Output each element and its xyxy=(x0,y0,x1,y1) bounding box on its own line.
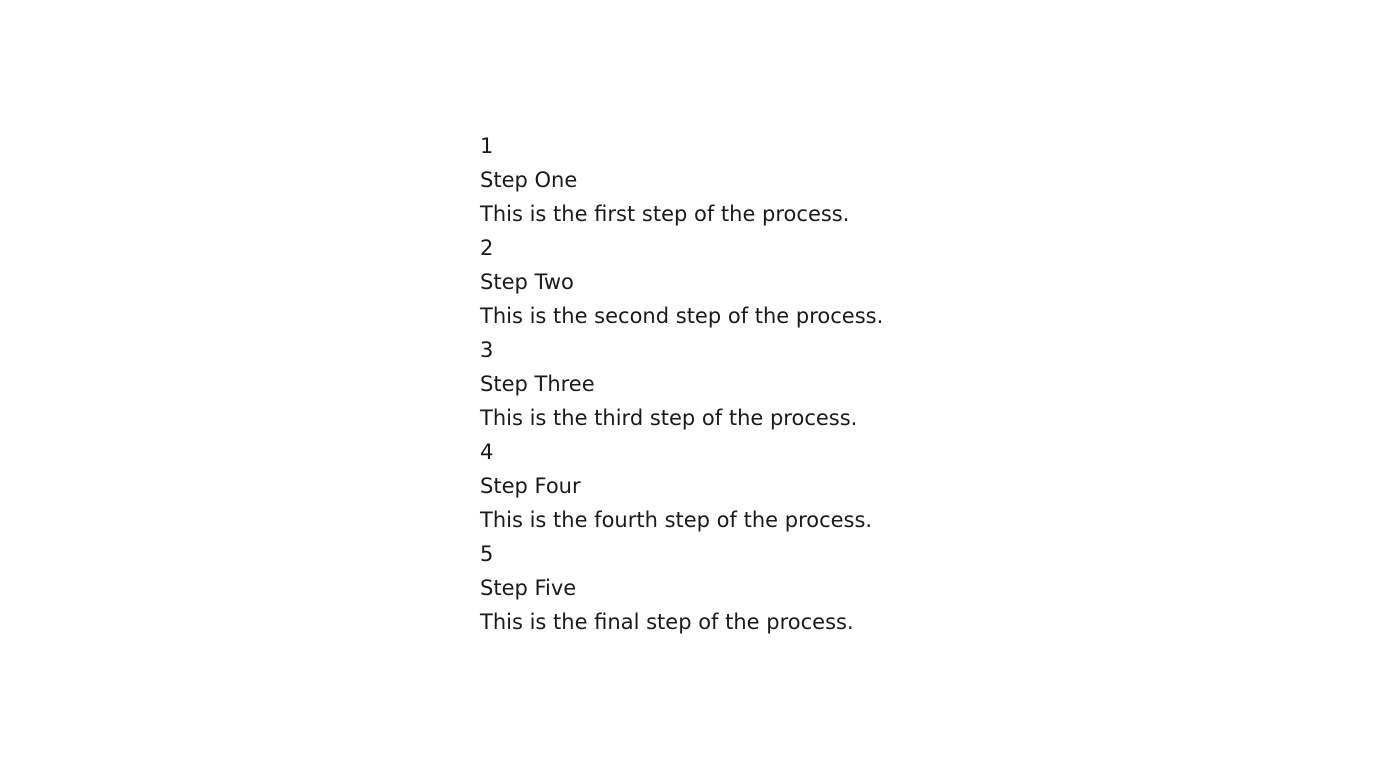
step-number: 1 xyxy=(480,134,494,158)
step-description: This is the fourth step of the process. xyxy=(480,508,873,532)
step-item: 1 Step One This is the first step of the… xyxy=(480,129,883,231)
step-description: This is the second step of the process. xyxy=(480,304,884,328)
step-number: 3 xyxy=(480,338,494,362)
step-number: 5 xyxy=(480,542,494,566)
step-item: 2 Step Two This is the second step of th… xyxy=(480,231,883,333)
step-title: Step One xyxy=(480,168,578,192)
step-number: 4 xyxy=(480,440,494,464)
step-description: This is the final step of the process. xyxy=(480,610,854,634)
step-number: 2 xyxy=(480,236,494,260)
step-title: Step Four xyxy=(480,474,581,498)
step-title: Step Five xyxy=(480,576,577,600)
step-item: 3 Step Three This is the third step of t… xyxy=(480,333,883,435)
step-title: Step Three xyxy=(480,372,595,396)
step-description: This is the third step of the process. xyxy=(480,406,858,430)
step-description: This is the first step of the process. xyxy=(480,202,850,226)
step-item: 4 Step Four This is the fourth step of t… xyxy=(480,435,883,537)
step-item: 5 Step Five This is the final step of th… xyxy=(480,537,883,639)
step-title: Step Two xyxy=(480,270,574,294)
steps-list: 1 Step One This is the first step of the… xyxy=(480,129,883,639)
